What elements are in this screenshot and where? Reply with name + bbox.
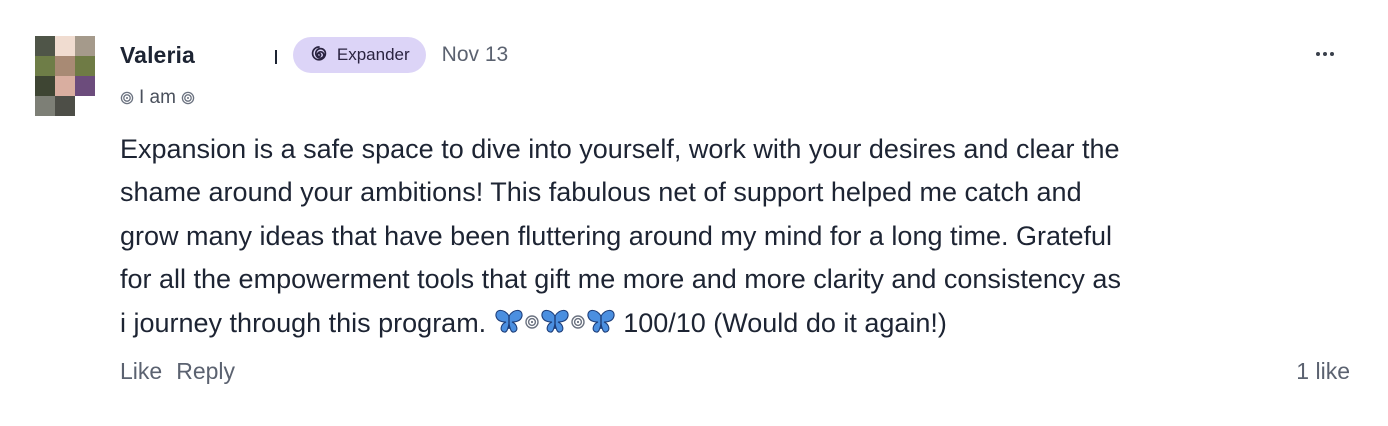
avatar[interactable] — [35, 36, 95, 116]
spiral-icon — [120, 91, 134, 105]
ellipsis-icon — [1315, 52, 1336, 56]
headline-text: I am — [139, 87, 176, 108]
butterfly-icon — [494, 309, 524, 335]
badge-label: Expander — [336, 45, 410, 64]
spiral-icon — [181, 91, 195, 105]
comment-body-ending: 100/10 (Would do it again!) — [615, 307, 947, 338]
author-name[interactable]: Valeria — [120, 42, 195, 69]
butterfly-icon — [586, 309, 616, 335]
comment-card: Valeria Expander Nov 13 I am Expansion i… — [0, 0, 1388, 426]
comment-header: Valeria Expander Nov 13 — [120, 36, 508, 74]
more-options-button[interactable] — [1306, 40, 1344, 68]
spiral-icon — [570, 314, 586, 330]
author-headline: I am — [120, 86, 195, 110]
member-badge[interactable]: Expander — [292, 37, 426, 73]
emoji-sequence — [494, 309, 616, 335]
spiral-icon — [524, 314, 540, 330]
redacted-surname — [208, 44, 279, 66]
comment-actions: Like Reply — [120, 358, 249, 385]
like-count[interactable]: 1 like — [1296, 358, 1350, 385]
comment-timestamp[interactable]: Nov 13 — [442, 43, 509, 67]
reply-button[interactable]: Reply — [176, 358, 235, 385]
comment-body: Expansion is a safe space to dive into y… — [120, 128, 1300, 345]
spiral-icon — [309, 45, 329, 65]
like-button[interactable]: Like — [120, 358, 162, 385]
butterfly-icon — [540, 309, 570, 335]
